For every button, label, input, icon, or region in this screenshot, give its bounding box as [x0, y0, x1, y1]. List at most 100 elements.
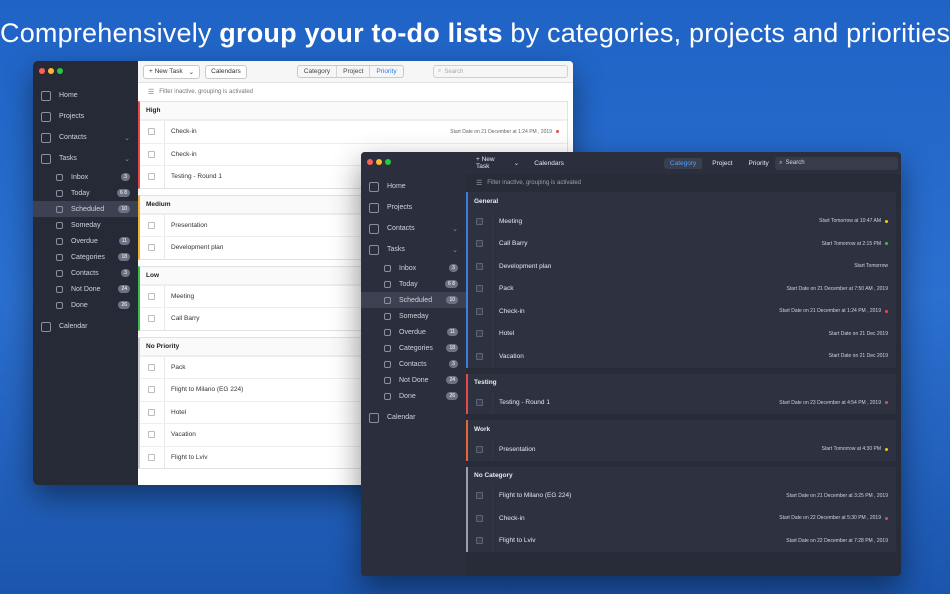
sidebar-item-today[interactable]: Today 6 8: [33, 185, 138, 201]
task-checkbox[interactable]: [148, 386, 155, 394]
sidebar-item-label: Today: [399, 280, 418, 288]
task-checkbox[interactable]: [148, 244, 155, 252]
chevron-down-icon[interactable]: ⌄: [514, 159, 519, 167]
task-checkbox[interactable]: [476, 307, 483, 315]
group-header[interactable]: Work: [468, 420, 896, 438]
task-checkbox[interactable]: [148, 363, 155, 371]
search-input[interactable]: ⌕ Search: [775, 156, 898, 170]
calendars-button[interactable]: Calendars: [205, 64, 247, 79]
group-header[interactable]: Testing: [468, 374, 896, 392]
sidebar-item-categories[interactable]: Categories 18: [361, 340, 466, 356]
minimize-window-button[interactable]: [48, 68, 54, 74]
task-row[interactable]: Check-in Start Date on 22 December at 5:…: [468, 507, 896, 530]
group-header[interactable]: No Category: [468, 467, 896, 485]
task-checkbox[interactable]: [148, 315, 155, 323]
close-window-button[interactable]: [39, 68, 45, 74]
divider: [492, 345, 493, 368]
sidebar-item-someday[interactable]: Someday: [361, 308, 466, 324]
sidebar-item-contacts[interactable]: Contacts 3: [361, 356, 466, 372]
task-row[interactable]: Meeting Start Tomorrow at 10:47 AM: [468, 210, 896, 233]
minimize-window-button[interactable]: [376, 159, 382, 165]
task-checkbox[interactable]: [148, 408, 155, 416]
task-row[interactable]: Presentation Start Tomorrow at 4:30 PM: [468, 438, 896, 461]
sidebar-item-done[interactable]: Done 26: [361, 388, 466, 404]
tab-priority[interactable]: Priority: [370, 66, 402, 77]
task-checkbox[interactable]: [148, 173, 155, 181]
task-checkbox[interactable]: [476, 445, 483, 453]
task-row[interactable]: Call Barry Start Tomorrow at 2:15 PM: [468, 232, 896, 255]
sidebar-item-not-done[interactable]: Not Done 24: [33, 281, 138, 297]
task-checkbox[interactable]: [476, 217, 483, 225]
task-checkbox[interactable]: [148, 292, 155, 300]
task-row[interactable]: Development plan Start Tomorrow: [468, 255, 896, 278]
chevron-down-icon[interactable]: ⌄: [124, 155, 130, 163]
task-checkbox[interactable]: [476, 330, 483, 338]
task-row[interactable]: Flight to Lviv Start Date on 22 December…: [468, 529, 896, 552]
sidebar-item-calendar[interactable]: Calendar: [33, 316, 138, 337]
task-row[interactable]: Testing - Round 1 Start Date on 23 Decem…: [468, 391, 896, 414]
close-window-button[interactable]: [367, 159, 373, 165]
task-checkbox[interactable]: [476, 492, 483, 500]
search-input[interactable]: ⌕ Search: [433, 65, 568, 78]
task-checkbox[interactable]: [476, 240, 483, 248]
task-checkbox[interactable]: [148, 221, 155, 229]
sidebar-item-calendar[interactable]: Calendar: [361, 407, 466, 428]
sidebar-item-scheduled[interactable]: Scheduled 10: [33, 201, 138, 217]
sidebar-item-inbox[interactable]: Inbox 3: [361, 260, 466, 276]
sidebar-item-someday[interactable]: Someday: [33, 217, 138, 233]
sidebar-item-contacts[interactable]: Contacts ⌄: [361, 218, 466, 239]
sidebar-item-today[interactable]: Today 6 8: [361, 276, 466, 292]
sidebar-item-tasks[interactable]: Tasks ⌄: [361, 239, 466, 260]
task-checkbox[interactable]: [476, 352, 483, 360]
task-checkbox[interactable]: [148, 431, 155, 439]
task-row[interactable]: Vacation Start Date on 21 Dec 2019: [468, 345, 896, 368]
task-checkbox[interactable]: [148, 150, 155, 158]
sidebar-item-home[interactable]: Home: [361, 176, 466, 197]
zoom-window-button[interactable]: [385, 159, 391, 165]
group-header[interactable]: General: [468, 192, 896, 210]
task-checkbox[interactable]: [476, 514, 483, 522]
sidebar-item-contacts[interactable]: Contacts 3: [33, 265, 138, 281]
sidebar-item-home[interactable]: Home: [33, 85, 138, 106]
sidebar-item-contacts[interactable]: Contacts ⌄: [33, 127, 138, 148]
sidebar-item-done[interactable]: Done 26: [33, 297, 138, 313]
task-row[interactable]: Check-in Start Date on 21 December at 1:…: [140, 120, 567, 143]
sidebar-item-overdue[interactable]: Overdue 11: [33, 233, 138, 249]
sidebar-item-not-done[interactable]: Not Done 24: [361, 372, 466, 388]
task-row[interactable]: Pack Start Date on 21 December at 7:50 A…: [468, 277, 896, 300]
chevron-down-icon[interactable]: ⌄: [124, 134, 130, 142]
count-badge: 3: [121, 269, 130, 277]
tab-priority[interactable]: Priority: [743, 158, 771, 169]
task-checkbox[interactable]: [476, 262, 483, 270]
sidebar-item-scheduled[interactable]: Scheduled 10: [361, 292, 466, 308]
tab-project[interactable]: Project: [337, 66, 371, 77]
sidebar-item-tasks[interactable]: Tasks ⌄: [33, 148, 138, 169]
tab-category[interactable]: Category: [663, 157, 703, 169]
new-task-button[interactable]: + New Task ⌄: [471, 156, 524, 170]
chevron-down-icon[interactable]: ⌄: [452, 246, 458, 254]
someday-icon: [384, 312, 391, 320]
new-task-button[interactable]: + New Task ⌄: [143, 64, 201, 79]
task-checkbox[interactable]: [148, 453, 155, 461]
tab-category[interactable]: Category: [298, 66, 338, 77]
zoom-window-button[interactable]: [57, 68, 63, 74]
filter-icon[interactable]: ☰: [476, 179, 482, 187]
task-checkbox[interactable]: [476, 399, 483, 407]
sidebar-item-projects[interactable]: Projects: [33, 106, 138, 127]
task-row[interactable]: Flight to Milano (EG 224) Start Date on …: [468, 484, 896, 507]
task-row[interactable]: Check-in Start Date on 21 December at 1:…: [468, 300, 896, 323]
chevron-down-icon[interactable]: ⌄: [189, 68, 194, 76]
sidebar-item-inbox[interactable]: Inbox 3: [33, 169, 138, 185]
sidebar-item-projects[interactable]: Projects: [361, 197, 466, 218]
task-checkbox[interactable]: [476, 285, 483, 293]
group-header[interactable]: High: [140, 102, 567, 120]
sidebar-item-categories[interactable]: Categories 18: [33, 249, 138, 265]
task-checkbox[interactable]: [148, 128, 155, 136]
calendars-button[interactable]: Calendars: [529, 156, 569, 170]
task-row[interactable]: Hotel Start Date on 21 Dec 2019: [468, 322, 896, 345]
task-checkbox[interactable]: [476, 537, 483, 545]
filter-icon[interactable]: ☰: [148, 88, 154, 96]
sidebar-item-overdue[interactable]: Overdue 11: [361, 324, 466, 340]
tab-project[interactable]: Project: [706, 158, 738, 169]
chevron-down-icon[interactable]: ⌄: [452, 225, 458, 233]
